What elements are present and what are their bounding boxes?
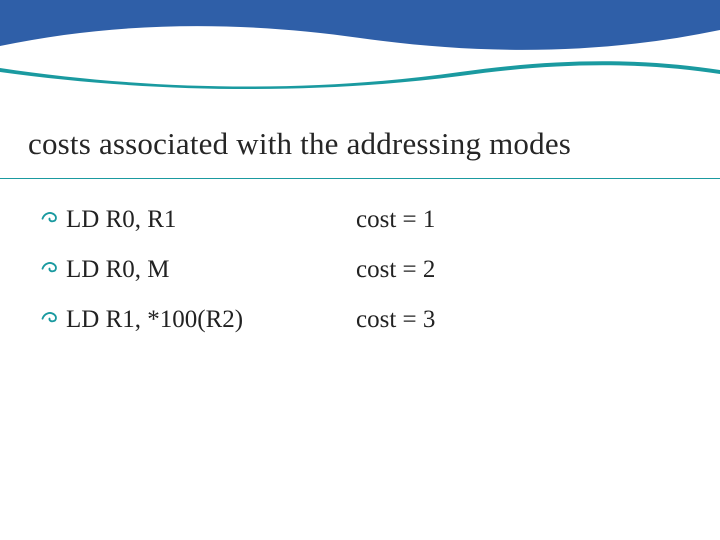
item-cost: cost = 2 <box>356 256 680 284</box>
title-underline <box>0 178 720 179</box>
item-instruction: LD R1, *100(R2) <box>66 306 356 334</box>
item-instruction: LD R0, R1 <box>66 206 356 234</box>
list-item: LD R1, *100(R2) cost = 3 <box>40 306 680 334</box>
swirl-bullet-icon <box>40 307 60 327</box>
decor-wave-teal <box>0 58 720 92</box>
list-item: LD R0, R1 cost = 1 <box>40 206 680 234</box>
slide-title: costs associated with the addressing mod… <box>28 126 571 162</box>
decor-wave-blue <box>0 0 720 58</box>
slide-body: LD R0, R1 cost = 1 LD R0, M cost = 2 LD … <box>40 206 680 356</box>
swirl-bullet-icon <box>40 257 60 277</box>
list-item: LD R0, M cost = 2 <box>40 256 680 284</box>
slide: costs associated with the addressing mod… <box>0 0 720 540</box>
item-cost: cost = 1 <box>356 206 680 234</box>
item-cost: cost = 3 <box>356 306 680 334</box>
item-instruction: LD R0, M <box>66 256 356 284</box>
swirl-bullet-icon <box>40 207 60 227</box>
